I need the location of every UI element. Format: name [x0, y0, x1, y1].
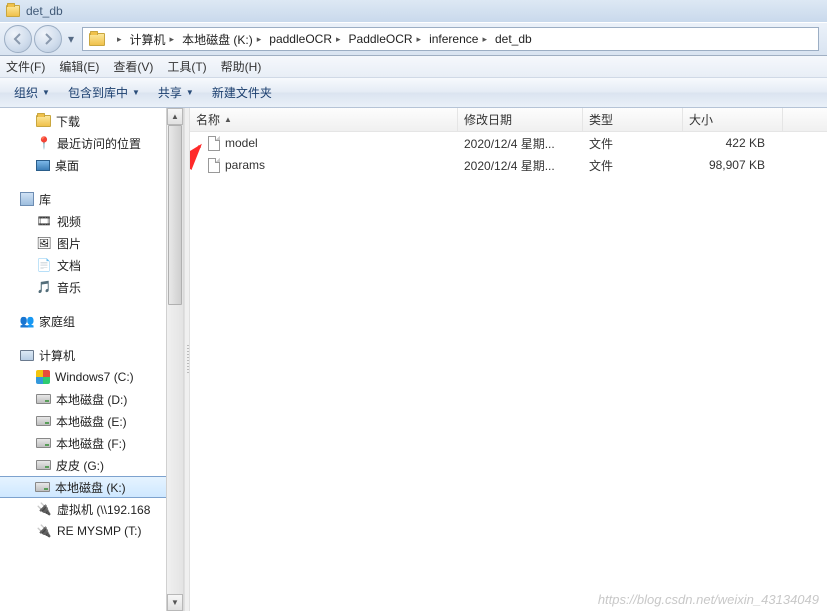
computer-icon [20, 350, 34, 361]
watermark: https://blog.csdn.net/weixin_43134049 [598, 592, 819, 607]
navigation-pane[interactable]: 下载 📍最近访问的位置 桌面 库 🎞视频 🖼图片 📄文档 🎵音乐 👥家庭组 计算… [0, 108, 184, 611]
file-name: model [225, 136, 258, 150]
column-type[interactable]: 类型 [583, 108, 683, 131]
breadcrumb[interactable]: 本地磁盘 (K:)▸ [178, 28, 265, 50]
sidebar-item-drive-d[interactable]: 本地磁盘 (D:) [0, 388, 183, 410]
menu-bar: 文件(F) 编辑(E) 查看(V) 工具(T) 帮助(H) [0, 56, 827, 78]
breadcrumb[interactable]: 计算机▸ [126, 28, 179, 50]
drive-icon [36, 460, 51, 470]
pictures-icon: 🖼 [36, 235, 52, 251]
menu-view[interactable]: 查看(V) [113, 58, 153, 75]
sidebar-item-network-vm[interactable]: 🔌虚拟机 (\\192.168 [0, 498, 183, 520]
column-size[interactable]: 大小 [683, 108, 783, 131]
scroll-up-button[interactable]: ▲ [167, 108, 183, 125]
drive-icon [36, 438, 51, 448]
sidebar-item-drive-f[interactable]: 本地磁盘 (F:) [0, 432, 183, 454]
sidebar-item-drive-k[interactable]: 本地磁盘 (K:) [0, 476, 183, 498]
sidebar-item-pictures[interactable]: 🖼图片 [0, 232, 183, 254]
file-list-pane: 名称▲ 修改日期 类型 大小 model 2020/12/4 星期... 文件 … [190, 108, 827, 611]
breadcrumb[interactable]: PaddleOCR▸ [345, 28, 426, 50]
column-headers: 名称▲ 修改日期 类型 大小 [190, 108, 827, 132]
history-dropdown[interactable]: ▾ [64, 25, 78, 53]
homegroup-icon: 👥 [20, 314, 34, 328]
column-name[interactable]: 名称▲ [190, 108, 458, 131]
scroll-thumb[interactable] [168, 125, 182, 305]
file-row[interactable]: model 2020/12/4 星期... 文件 422 KB [190, 132, 827, 154]
back-button[interactable] [4, 25, 32, 53]
file-type: 文件 [583, 157, 683, 174]
drive-icon [36, 416, 51, 426]
sidebar-item-recent[interactable]: 📍最近访问的位置 [0, 132, 183, 154]
sidebar-item-documents[interactable]: 📄文档 [0, 254, 183, 276]
file-date: 2020/12/4 星期... [458, 135, 583, 152]
drive-icon [35, 482, 50, 492]
sidebar-group-computer[interactable]: 计算机 [0, 344, 183, 366]
breadcrumb[interactable]: paddleOCR▸ [265, 28, 344, 50]
file-size: 422 KB [683, 136, 783, 150]
menu-file[interactable]: 文件(F) [6, 58, 45, 75]
folder-icon [6, 5, 20, 17]
sidebar-item-drive-g[interactable]: 皮皮 (G:) [0, 454, 183, 476]
file-type: 文件 [583, 135, 683, 152]
file-icon [208, 158, 220, 173]
sidebar-item-downloads[interactable]: 下载 [0, 110, 183, 132]
folder-icon [36, 115, 51, 127]
recent-icon: 📍 [36, 135, 52, 151]
breadcrumb[interactable]: det_db [491, 28, 536, 50]
sidebar-item-drive-c[interactable]: Windows7 (C:) [0, 366, 183, 388]
desktop-icon [36, 160, 50, 171]
library-icon [20, 192, 34, 206]
windows-icon [36, 370, 50, 384]
menu-edit[interactable]: 编辑(E) [59, 58, 99, 75]
window-title: det_db [26, 4, 63, 18]
sidebar-scrollbar[interactable]: ▲ ▼ [166, 108, 183, 611]
file-date: 2020/12/4 星期... [458, 157, 583, 174]
organize-button[interactable]: 组织▼ [8, 81, 56, 105]
scroll-down-button[interactable]: ▼ [167, 594, 183, 611]
sidebar-group-homegroup[interactable]: 👥家庭组 [0, 310, 183, 332]
breadcrumb[interactable]: inference▸ [425, 28, 491, 50]
command-bar: 组织▼ 包含到库中▼ 共享▼ 新建文件夹 [0, 78, 827, 108]
documents-icon: 📄 [36, 257, 52, 273]
file-size: 98,907 KB [683, 158, 783, 172]
sidebar-item-desktop[interactable]: 桌面 [0, 154, 183, 176]
sidebar-item-videos[interactable]: 🎞视频 [0, 210, 183, 232]
address-bar[interactable]: ▸ 计算机▸ 本地磁盘 (K:)▸ paddleOCR▸ PaddleOCR▸ … [82, 27, 819, 51]
sidebar-item-drive-e[interactable]: 本地磁盘 (E:) [0, 410, 183, 432]
network-drive-icon: 🔌 [36, 523, 52, 539]
menu-tools[interactable]: 工具(T) [167, 58, 206, 75]
sidebar-item-music[interactable]: 🎵音乐 [0, 276, 183, 298]
breadcrumb[interactable]: ▸ [109, 28, 126, 50]
main-area: 下载 📍最近访问的位置 桌面 库 🎞视频 🖼图片 📄文档 🎵音乐 👥家庭组 计算… [0, 108, 827, 611]
file-icon [208, 136, 220, 151]
network-drive-icon: 🔌 [36, 501, 52, 517]
file-name: params [225, 158, 265, 172]
share-button[interactable]: 共享▼ [152, 81, 200, 105]
video-icon: 🎞 [36, 213, 52, 229]
forward-button[interactable] [34, 25, 62, 53]
menu-help[interactable]: 帮助(H) [221, 58, 262, 75]
folder-icon [89, 33, 105, 46]
music-icon: 🎵 [36, 279, 52, 295]
include-in-library-button[interactable]: 包含到库中▼ [62, 81, 146, 105]
window-titlebar: det_db [0, 0, 827, 22]
new-folder-button[interactable]: 新建文件夹 [206, 81, 278, 105]
file-row[interactable]: params 2020/12/4 星期... 文件 98,907 KB [190, 154, 827, 176]
navigation-bar: ▾ ▸ 计算机▸ 本地磁盘 (K:)▸ paddleOCR▸ PaddleOCR… [0, 22, 827, 56]
sidebar-group-libraries[interactable]: 库 [0, 188, 183, 210]
column-date[interactable]: 修改日期 [458, 108, 583, 131]
file-list: model 2020/12/4 星期... 文件 422 KB params 2… [190, 132, 827, 176]
drive-icon [36, 394, 51, 404]
sidebar-item-network-re[interactable]: 🔌RE MYSMP (T:) [0, 520, 183, 542]
